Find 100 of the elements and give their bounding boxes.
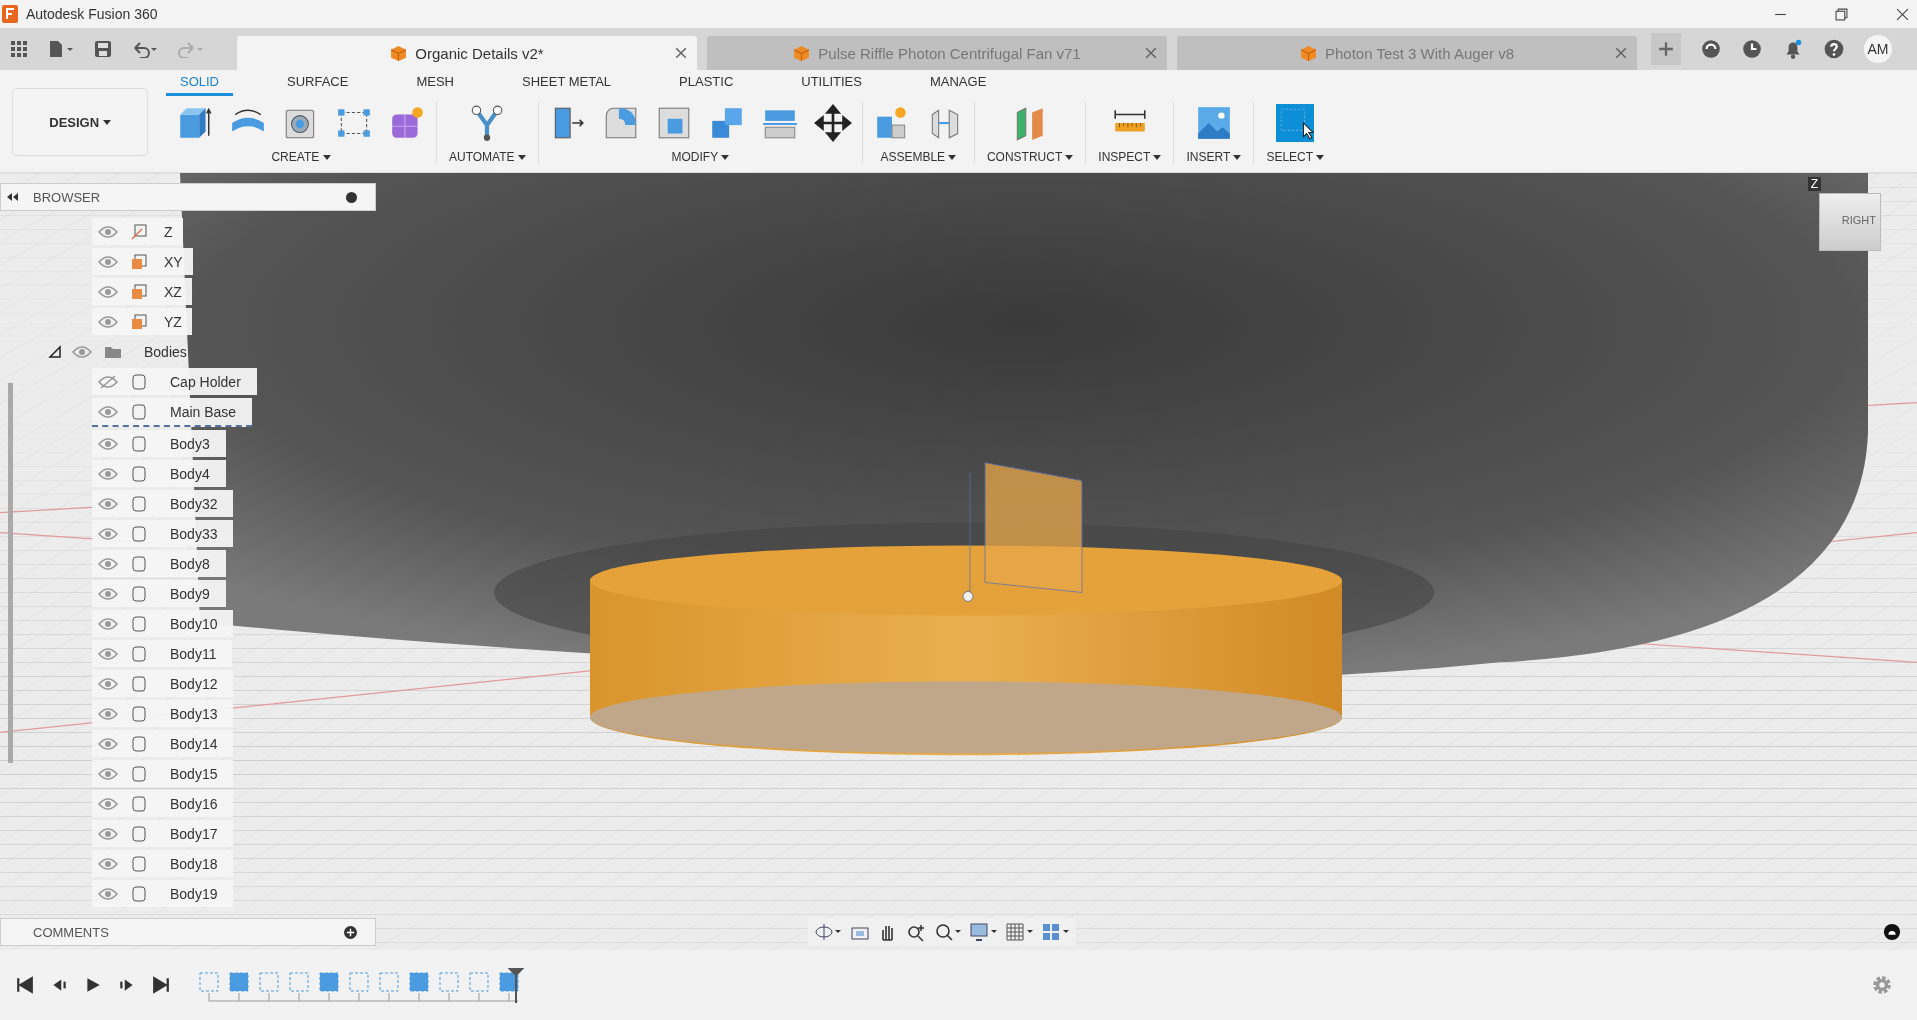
tool-group-dropdown[interactable]: CONSTRUCT [984,150,1076,164]
expand-triangle-icon[interactable] [48,344,62,359]
play-icon[interactable] [84,976,102,994]
browser-row[interactable]: Body14 [92,730,234,757]
document-tab[interactable]: Organic Details v2* [237,36,697,70]
zoom-icon[interactable] [906,922,926,942]
tool-group-dropdown[interactable]: ASSEMBLE [878,150,959,164]
eye-icon[interactable] [98,796,118,811]
eye-icon[interactable] [98,586,118,601]
browser-row[interactable]: Body33 [92,520,234,547]
appearance-icon[interactable] [1883,923,1901,941]
browser-panel-header[interactable]: BROWSER [0,183,376,211]
tool-group-dropdown[interactable]: AUTOMATE [447,150,528,164]
browser-row[interactable]: Body9 [92,580,226,607]
tool-group-dropdown[interactable]: INSERT [1184,150,1244,164]
eye-icon[interactable] [98,736,118,751]
eye-icon[interactable] [98,616,118,631]
scrollbar[interactable] [8,383,13,763]
collapse-panel-icon[interactable] [7,193,19,201]
comments-panel-header[interactable]: COMMENTS [0,918,376,946]
grid-settings-icon[interactable] [1006,922,1034,942]
browser-row[interactable]: Body11 [92,640,233,667]
eye-icon[interactable] [98,706,118,721]
sync-icon[interactable] [1700,38,1722,60]
tool-group-dropdown[interactable]: MODIFY [669,150,732,164]
move-arrows-icon[interactable] [813,104,852,142]
browser-row[interactable]: Cap Holder [92,368,257,395]
browser-row[interactable]: YZ [92,308,192,335]
eye-icon[interactable] [98,856,118,871]
view-cube-face[interactable]: RIGHT [1841,214,1876,226]
clock-icon[interactable] [1741,38,1763,60]
save-icon[interactable] [94,40,112,58]
tool-group-dropdown[interactable]: SELECT [1264,150,1327,164]
settings-icon[interactable] [1871,974,1893,996]
browser-row[interactable]: Body8 [92,550,226,577]
fit-zoom-icon[interactable] [934,922,962,942]
browser-row[interactable]: XZ [92,278,192,305]
viewports-icon[interactable] [1042,922,1070,942]
close-icon[interactable] [1896,7,1909,21]
browser-row[interactable]: Body4 [92,460,226,487]
eye-icon[interactable] [98,254,118,269]
ribbon-tab[interactable]: UTILITIES [787,74,876,96]
close-tab-icon[interactable] [675,47,687,59]
skip-to-end-icon[interactable] [152,976,170,994]
eye-icon[interactable] [98,466,118,481]
eye-icon[interactable] [98,676,118,691]
browser-row[interactable]: Body12 [92,670,234,697]
eye-icon[interactable] [98,436,118,451]
add-comment-icon[interactable] [344,925,357,939]
eye-icon[interactable] [98,284,118,299]
file-menu-icon[interactable] [48,40,74,58]
browser-row[interactable]: Body17 [92,820,234,847]
eye-icon[interactable] [98,766,118,781]
browser-row[interactable]: Body10 [92,610,234,637]
eye-icon[interactable] [98,404,118,419]
ribbon-tab[interactable]: PLASTIC [665,74,748,96]
view-cube[interactable]: RIGHT [1819,193,1881,251]
help-icon[interactable] [1823,38,1845,60]
close-tab-icon[interactable] [1145,47,1157,59]
browser-row[interactable]: Body15 [92,760,234,787]
browser-row[interactable]: Bodies [42,338,197,365]
panel-pin-icon[interactable] [346,191,357,203]
select-box-icon[interactable] [1276,104,1315,142]
undo-icon[interactable] [132,40,158,58]
user-avatar[interactable]: AM [1864,35,1892,63]
eye-icon[interactable] [98,886,118,901]
browser-row[interactable]: Body13 [92,700,234,727]
new-tab-button[interactable] [1651,33,1681,65]
workspace-dropdown[interactable]: DESIGN [12,88,148,156]
model-viewport-drawing[interactable] [0,173,1917,950]
browser-row[interactable]: Body3 [92,430,226,457]
ribbon-tab[interactable]: SHEET METAL [508,74,626,96]
eye-icon[interactable] [98,556,118,571]
browser-row[interactable]: XY [92,248,193,275]
display-settings-icon[interactable] [970,922,998,942]
tool-group-dropdown[interactable]: CREATE [269,150,333,164]
restore-icon[interactable] [1835,7,1848,21]
eye-icon[interactable] [98,314,118,329]
ribbon-tab[interactable]: SOLID [166,74,233,96]
ribbon-tab[interactable]: MESH [402,74,468,96]
eye-icon[interactable] [72,344,92,359]
grid-menu-icon[interactable] [10,40,28,58]
eye-icon[interactable] [98,646,118,661]
eye-icon[interactable] [98,224,118,239]
skip-to-start-icon[interactable] [16,976,34,994]
browser-row[interactable]: Body19 [92,880,234,907]
eye-icon[interactable] [98,526,118,541]
ribbon-tab[interactable]: SURFACE [273,74,363,96]
orbit-icon[interactable] [814,922,842,942]
browser-row[interactable]: Body16 [92,790,234,817]
eye-icon[interactable] [98,826,118,841]
browser-row[interactable]: Z [92,218,183,245]
eye-icon[interactable] [98,496,118,511]
browser-row[interactable]: Body18 [92,850,234,877]
hidden-eye-icon[interactable] [98,374,118,389]
close-tab-icon[interactable] [1615,47,1627,59]
tool-group-dropdown[interactable]: INSPECT [1096,150,1164,164]
browser-row[interactable]: Main Base [92,398,253,427]
ribbon-tab[interactable]: MANAGE [915,74,1001,96]
browser-row[interactable]: Body32 [92,490,234,517]
